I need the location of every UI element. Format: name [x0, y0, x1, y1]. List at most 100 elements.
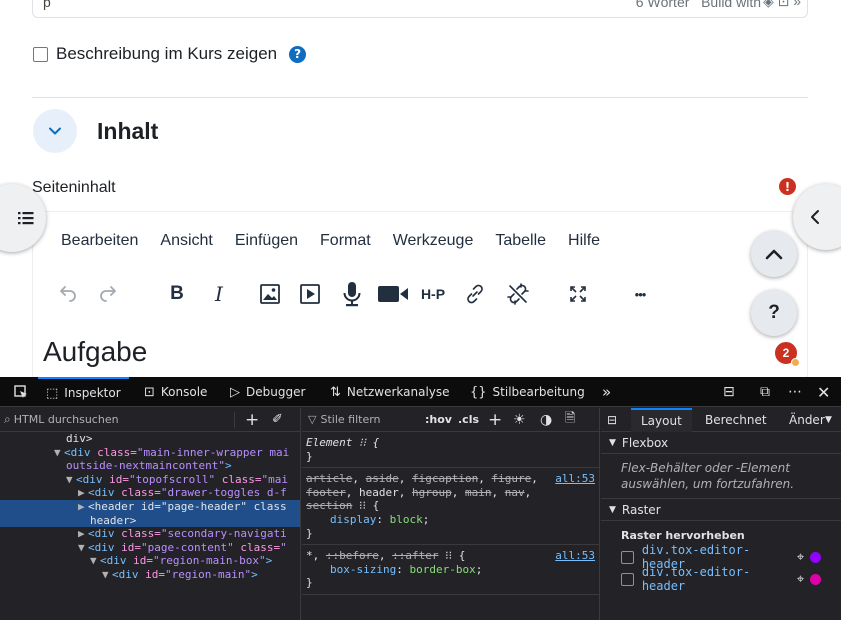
more-icon[interactable]: •••	[625, 276, 655, 312]
grid-item[interactable]: div.tox-editor-header ⌖	[601, 565, 841, 593]
markup-node[interactable]: header>	[0, 513, 300, 528]
bold-icon[interactable]: B	[165, 276, 189, 312]
tab-stilbearbeitung[interactable]: {} Stilbearbeitung	[462, 377, 593, 407]
expand-arrow-icon[interactable]: ▼	[66, 473, 76, 487]
divider	[32, 97, 808, 98]
markup-node[interactable]: ▼ <div id="page-content" class="	[0, 541, 300, 555]
menu-format[interactable]: Format	[320, 232, 371, 250]
html-search-bar: ⌕ HTML durchsuchen + ✐	[0, 408, 300, 432]
css-rule[interactable]: Element ⁝⁝ {}	[302, 432, 599, 469]
debugger-icon: ▷	[230, 384, 240, 400]
tab-netzwerkanalyse[interactable]: ⇅ Netzwerkanalyse	[322, 377, 458, 407]
expand-arrow-icon[interactable]: ▶	[78, 527, 88, 541]
menu-werkzeuge[interactable]: Werkzeuge	[393, 232, 474, 250]
crosshair-icon[interactable]: ⌖	[797, 572, 804, 587]
media-icon[interactable]	[295, 276, 325, 312]
markup-node[interactable]: ▶ <header id="page-header" class	[0, 499, 300, 514]
menu-ansicht[interactable]: Ansicht	[160, 232, 212, 250]
split-console-icon[interactable]: ⊟	[723, 377, 735, 407]
show-description-row: Beschreibung im Kurs zeigen ?	[33, 44, 307, 64]
rules-filter-input[interactable]: Stile filtern	[320, 413, 380, 426]
chevron-left-icon	[811, 210, 819, 224]
grid-section-header[interactable]: ▼ Raster	[601, 499, 841, 521]
css-rule[interactable]: article, aside, figcaption, figure, foote…	[302, 468, 599, 546]
filter-icon: ▽	[308, 413, 317, 426]
markup-node[interactable]: ▼ <div id="region-main-box">	[0, 554, 300, 568]
grid-color-swatch[interactable]	[810, 573, 822, 585]
microphone-icon[interactable]	[337, 276, 367, 312]
show-description-checkbox[interactable]	[33, 46, 48, 62]
help-footer-button[interactable]: ?	[751, 290, 797, 336]
grid-highlight-checkbox[interactable]	[621, 550, 634, 564]
undo-icon[interactable]	[55, 276, 81, 312]
close-icon[interactable]: ✕	[817, 377, 830, 407]
video-icon[interactable]	[375, 276, 411, 312]
help-icon[interactable]: ?	[289, 45, 307, 63]
menu-tabelle[interactable]: Tabelle	[495, 232, 546, 250]
expand-arrow-icon[interactable]: ▼	[102, 568, 112, 582]
add-node-icon[interactable]: +	[245, 410, 259, 430]
menu-icon[interactable]: ⋯	[788, 377, 802, 407]
expand-arrow-icon[interactable]: ▶	[78, 486, 88, 500]
list-icon	[18, 212, 34, 225]
grid-color-swatch[interactable]	[810, 551, 822, 563]
tab-aenderungen[interactable]: Änder	[789, 413, 825, 427]
chevron-down-icon[interactable]: ▼	[825, 415, 832, 425]
image-icon[interactable]	[255, 276, 285, 312]
expand-arrow-icon: ▼	[609, 437, 616, 448]
html-search-input[interactable]: HTML durchsuchen	[14, 413, 119, 426]
toggle-sidebar-icon[interactable]: ⊟	[607, 413, 617, 427]
rule-source-link[interactable]: all:53	[555, 549, 595, 563]
expand-arrow-icon[interactable]: ▼	[54, 446, 64, 460]
style-editor-icon: {}	[470, 384, 487, 400]
pick-element-icon[interactable]	[8, 377, 34, 407]
tab-layout[interactable]: Layout	[631, 408, 692, 432]
expand-arrow-icon: ▼	[609, 504, 616, 515]
flexbox-section-header[interactable]: ▼ Flexbox	[601, 432, 841, 454]
add-rule-icon[interactable]: +	[488, 410, 502, 430]
h5p-icon[interactable]: H-P	[415, 276, 451, 312]
light-scheme-icon[interactable]: ☀	[513, 412, 526, 428]
dock-icon[interactable]: ⧉	[760, 377, 770, 407]
section-title: Inhalt	[97, 118, 159, 144]
editor-toolbar: B I H-P •••	[55, 276, 675, 312]
tab-debugger[interactable]: ▷ Debugger	[222, 377, 313, 407]
rule-source-link[interactable]: all:53	[555, 472, 595, 486]
more-tabs-button[interactable]: »	[598, 377, 615, 407]
markup-node[interactable]: ▼ <div class="main-inner-wrapper mai	[0, 446, 300, 460]
markup-node[interactable]: ▶ <div class="secondary-navigati	[0, 527, 300, 541]
flexbox-note: Flex-Behälter oder -Element auswählen, u…	[601, 454, 841, 499]
expand-arrow-icon[interactable]: ▼	[78, 541, 88, 555]
eyedropper-icon[interactable]: ✐	[272, 412, 283, 427]
grid-highlight-checkbox[interactable]	[621, 572, 634, 586]
expand-arrow-icon[interactable]: ▶	[78, 500, 88, 514]
markup-node[interactable]: div>	[0, 432, 300, 446]
tab-konsole[interactable]: ⊡ Konsole	[136, 377, 215, 407]
show-description-label[interactable]: Beschreibung im Kurs zeigen	[56, 44, 277, 64]
tab-berechnet[interactable]: Berechnet	[705, 413, 767, 427]
redo-icon[interactable]	[95, 276, 121, 312]
editor-content[interactable]: Aufgabe	[43, 336, 147, 368]
expand-arrow-icon[interactable]: ▼	[90, 554, 100, 568]
markup-node[interactable]: ▶ <div class="drawer-toggles d-f	[0, 486, 300, 500]
markup-node[interactable]: ▼ <div id="region-main">	[0, 568, 300, 582]
menu-bearbeiten[interactable]: Bearbeiten	[61, 232, 138, 250]
markup-node[interactable]: outside-nextmaincontent">	[0, 459, 300, 473]
unlink-icon[interactable]	[503, 276, 533, 312]
notification-badge[interactable]: 2	[773, 340, 800, 367]
hover-states-toggle[interactable]: :hov	[425, 413, 452, 426]
fullscreen-icon[interactable]	[563, 276, 593, 312]
menu-einfuegen[interactable]: Einfügen	[235, 232, 298, 250]
italic-icon[interactable]: I	[207, 276, 231, 312]
link-icon[interactable]	[461, 276, 489, 312]
scroll-to-top-button[interactable]	[751, 231, 797, 277]
menu-hilfe[interactable]: Hilfe	[568, 232, 600, 250]
css-rule[interactable]: *, ::before, ::after ⁝⁝ {all:53 box-sizin…	[302, 545, 599, 595]
dark-scheme-icon[interactable]: ◑	[540, 412, 552, 428]
crosshair-icon[interactable]: ⌖	[797, 550, 804, 565]
print-media-icon[interactable]: 🗎	[565, 409, 575, 431]
collapse-section-button[interactable]	[33, 109, 77, 153]
tab-inspektor[interactable]: ⬚ Inspektor	[38, 377, 129, 407]
markup-node[interactable]: ▼ <div id="topofscroll" class="mai	[0, 473, 300, 487]
classes-toggle[interactable]: .cls	[458, 413, 479, 426]
